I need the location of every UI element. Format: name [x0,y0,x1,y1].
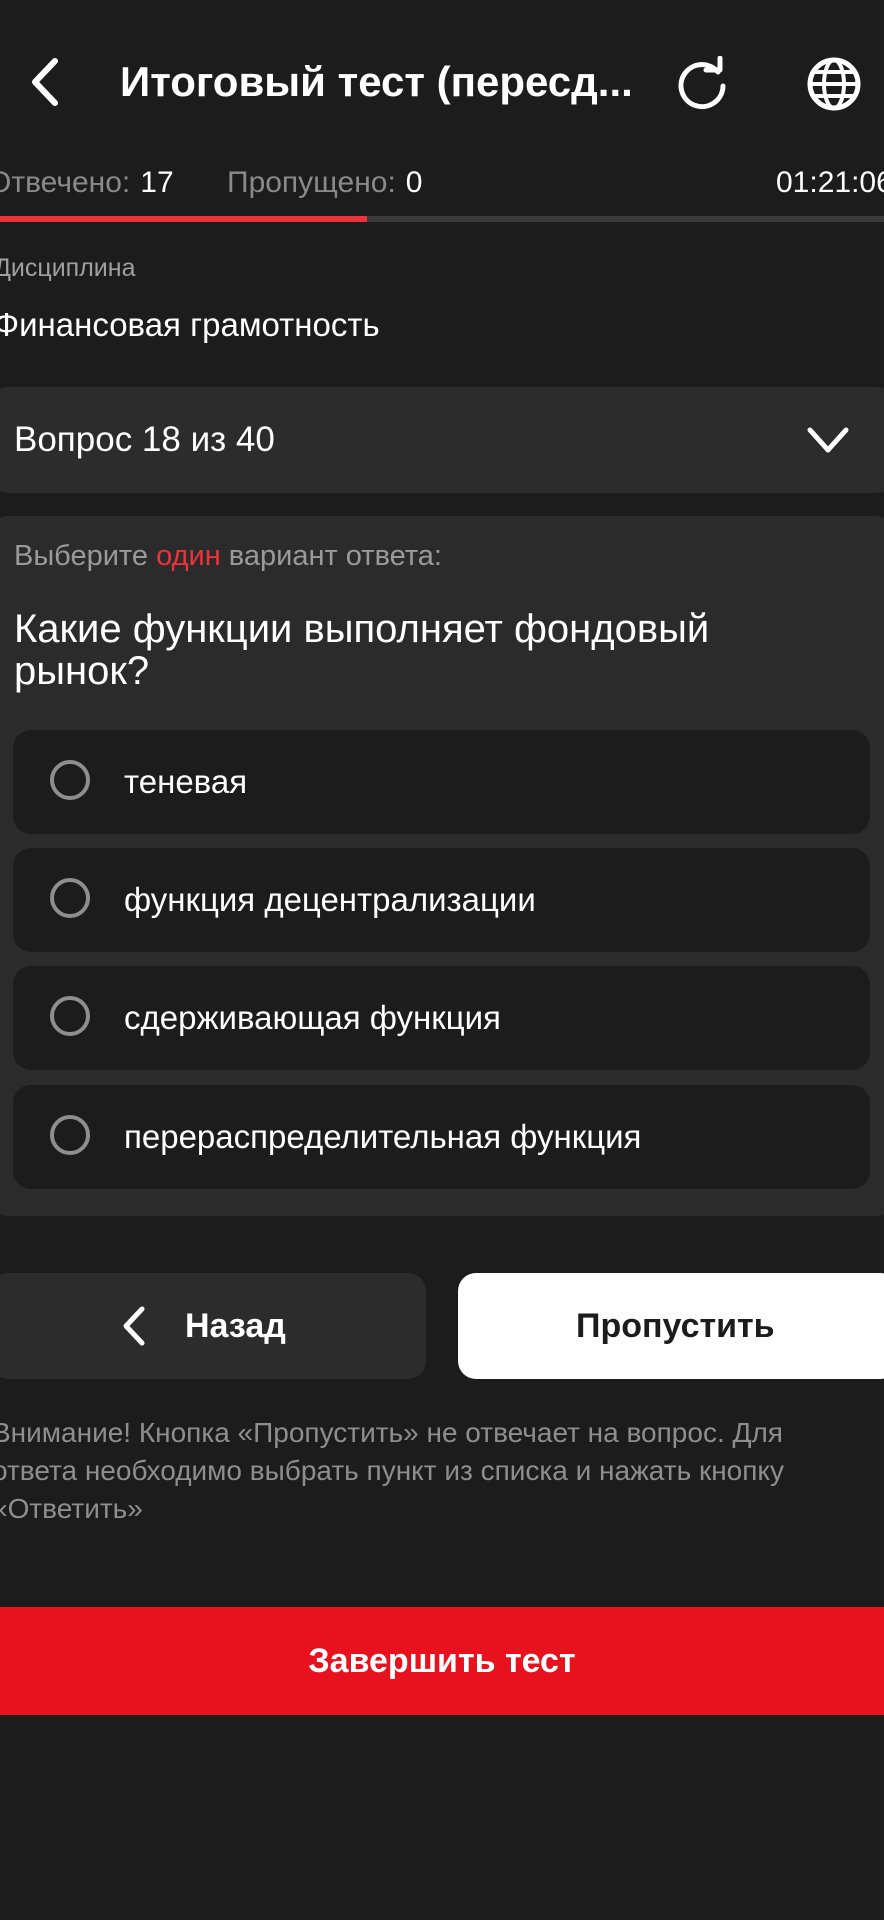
language-button[interactable] [798,48,870,120]
radio-unchecked-icon[interactable] [50,1115,90,1155]
back-button[interactable]: Назад [0,1273,426,1379]
back-nav-button[interactable] [14,46,76,118]
globe-icon [807,57,861,111]
answered-counter: Отвечено: 17 [0,160,174,206]
progress-fill [0,216,367,222]
timer: 01:21:06 [776,166,884,199]
question-selector[interactable]: Вопрос 18 из 40 [0,387,884,493]
chevron-left-icon [123,1306,145,1346]
radio-unchecked-icon[interactable] [50,996,90,1036]
skipped-counter: Пропущено: 0 [227,160,422,206]
question-text: Какие функции выполняет фондовый рынок? [14,607,710,693]
discipline-label: Дисциплина [0,254,136,282]
top-bar: Итоговый тест (пересд... [0,0,884,165]
answer-option[interactable]: перераспределительная функция [13,1085,870,1189]
progress-bar [0,216,884,222]
radio-unchecked-icon[interactable] [50,760,90,800]
answer-option[interactable]: теневая [13,730,870,834]
discipline-value: Финансовая грамотность [0,306,380,343]
finish-test-button[interactable]: Завершить тест [0,1607,884,1715]
answer-option[interactable]: функция децентрализации [13,848,870,952]
instruction-before: Выберите [14,540,157,572]
answer-option-label: теневая [124,763,248,800]
answer-option-label: сдерживающая функция [124,999,501,1036]
answer-option[interactable]: сдерживающая функция [13,966,870,1070]
chevron-down-icon [807,427,849,453]
screen: Итоговый тест (пересд... Отвечено: 17 Про… [0,0,884,1920]
chevron-left-icon [32,58,58,106]
answer-instruction: Выберите один вариант ответа: [14,540,442,573]
skip-button-label: Пропустить [576,1307,775,1345]
finish-test-label: Завершить тест [308,1642,576,1680]
answered-label: Отвечено: [0,166,131,199]
page-title: Итоговый тест (пересд... [120,58,633,105]
answer-option-label: перераспределительная функция [124,1118,642,1155]
refresh-icon [678,56,726,110]
skip-button[interactable]: Пропустить [458,1273,884,1379]
back-button-label: Назад [185,1307,286,1345]
refresh-button[interactable] [666,48,738,120]
question-selector-text: Вопрос 18 из 40 [14,420,275,459]
skip-notice: Внимание! Кнопка «Пропустить» не отвечае… [0,1417,784,1524]
radio-unchecked-icon[interactable] [50,878,90,918]
skipped-label: Пропущено: [227,166,396,199]
instruction-accent: один [156,540,221,572]
stats-bar: Отвечено: 17 Пропущено: 0 01:21:06 [0,160,884,206]
answer-option-label: функция децентрализации [124,881,536,918]
skipped-value: 0 [405,166,423,199]
instruction-after: вариант ответа: [220,540,442,572]
answered-value: 17 [140,166,174,199]
question-card: Выберите один вариант ответа: Какие функ… [0,516,884,1216]
